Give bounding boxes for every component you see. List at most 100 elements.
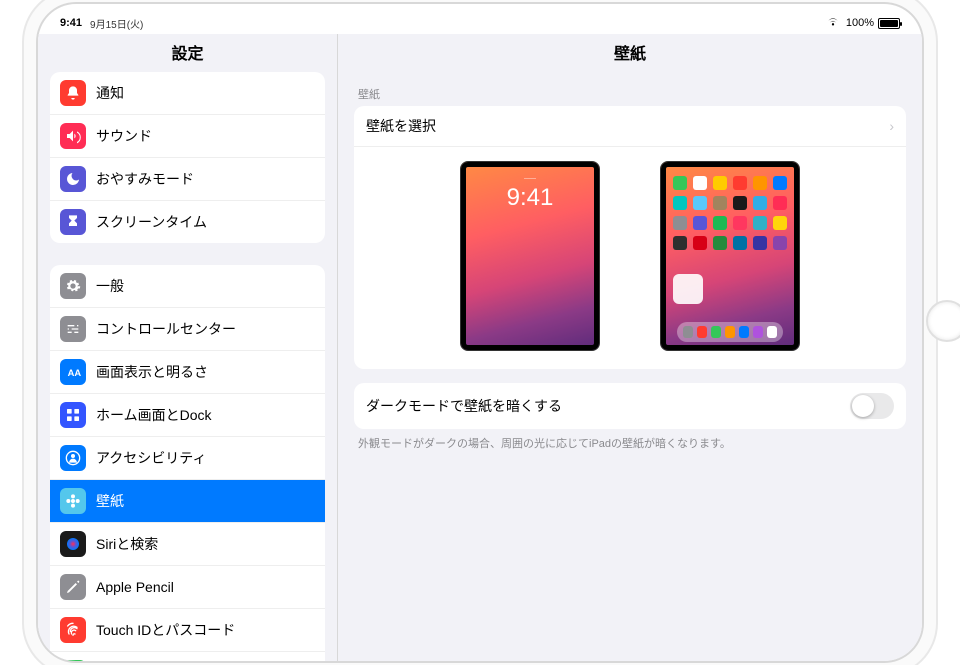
sidebar-item-label: ホーム画面とDock (96, 405, 211, 425)
chevron-right-icon: › (889, 118, 894, 134)
dark-dim-card: ダークモードで壁紙を暗くする (354, 383, 906, 429)
app-icon (693, 196, 707, 210)
battery-icon (60, 660, 86, 661)
dock-app-icon (767, 326, 777, 338)
sidebar-group: 通知サウンドおやすみモードスクリーンタイム (50, 72, 325, 243)
app-icon (713, 216, 727, 230)
dark-dim-row: ダークモードで壁紙を暗くする (354, 383, 906, 429)
sidebar-item-label: Apple Pencil (96, 579, 174, 595)
sidebar-item-label: アクセシビリティ (96, 448, 206, 468)
settings-sidebar: 設定 通知サウンドおやすみモードスクリーンタイム一般コントロールセンターAA画面… (38, 34, 338, 661)
sidebar-item-sounds[interactable]: サウンド (50, 115, 325, 158)
app-icon (693, 176, 707, 190)
home-button[interactable] (926, 300, 960, 342)
app-icon (773, 176, 787, 190)
sidebar-item-control-center[interactable]: コントロールセンター (50, 308, 325, 351)
sidebar-item-touchid[interactable]: Touch IDとパスコード (50, 609, 325, 652)
dock-app-icon (739, 326, 749, 338)
app-icon (693, 216, 707, 230)
sidebar-item-label: 通知 (96, 83, 124, 103)
pencil-icon (60, 574, 86, 600)
moon-icon (60, 166, 86, 192)
app-icon (753, 216, 767, 230)
sidebar-scroll[interactable]: 通知サウンドおやすみモードスクリーンタイム一般コントロールセンター AA 画面表示と… (38, 72, 337, 661)
app-icon (733, 236, 747, 250)
app-icon (753, 176, 767, 190)
detail-pane: 壁紙 壁紙 壁紙を選択 › —— 9:41 (338, 34, 922, 661)
sidebar-item-label: コントロールセンター (96, 319, 236, 339)
app-icon (753, 196, 767, 210)
choose-wallpaper-row[interactable]: 壁紙を選択 › (354, 106, 906, 147)
AA-icon: AA (60, 359, 86, 385)
lock-preview-time: 9:41 (461, 184, 599, 212)
detail-title: 壁紙 (338, 34, 922, 72)
sidebar-item-pencil[interactable]: Apple Pencil (50, 566, 325, 609)
sidebar-item-notifications[interactable]: 通知 (50, 72, 325, 115)
status-bar: 9:41 9月15日(火) 100% (38, 14, 922, 32)
sidebar-item-label: 一般 (96, 276, 124, 296)
app-icon (733, 176, 747, 190)
gear-icon (60, 273, 86, 299)
app-icon (773, 196, 787, 210)
sidebar-item-accessibility[interactable]: アクセシビリティ (50, 437, 325, 480)
app-icon (773, 236, 787, 250)
app-icon (693, 236, 707, 250)
wallpaper-previews: —— 9:41 (354, 147, 906, 369)
sidebar-item-screentime[interactable]: スクリーンタイム (50, 201, 325, 243)
choose-wallpaper-label: 壁紙を選択 (366, 116, 889, 136)
wifi-icon (826, 17, 840, 30)
app-icon (713, 176, 727, 190)
sidebar-item-label: Siriと検索 (96, 534, 158, 554)
sidebar-item-siri[interactable]: Siriと検索 (50, 523, 325, 566)
sidebar-group: 一般コントロールセンター AA 画面表示と明るさホーム画面とDock アクセシビリティ… (50, 265, 325, 661)
dock-preview (677, 322, 783, 342)
fingerprint-icon (60, 617, 86, 643)
app-icon (673, 236, 687, 250)
dock-app-icon (683, 326, 693, 338)
svg-text:AA: AA (68, 368, 81, 378)
sidebar-item-home-dock[interactable]: ホーム画面とDock (50, 394, 325, 437)
dock-app-icon (753, 326, 763, 338)
dark-dim-footer: 外観モードがダークの場合、周囲の光に応じてiPadの壁紙が暗くなります。 (354, 429, 906, 460)
sidebar-item-label: おやすみモード (96, 169, 194, 189)
sidebar-item-dnd[interactable]: おやすみモード (50, 158, 325, 201)
dock-app-icon (711, 326, 721, 338)
status-time: 9:41 (60, 17, 82, 29)
lock-screen-preview[interactable]: —— 9:41 (460, 161, 600, 351)
status-date: 9月15日(火) (90, 16, 143, 31)
sidebar-item-label: サウンド (96, 126, 152, 146)
bell-icon (60, 80, 86, 106)
sidebar-item-display[interactable]: AA 画面表示と明るさ (50, 351, 325, 394)
battery-indicator: 100% (846, 17, 900, 29)
sidebar-item-battery[interactable]: バッテリー (50, 652, 325, 661)
dark-dim-toggle[interactable] (850, 393, 894, 419)
dark-dim-label: ダークモードで壁紙を暗くする (366, 396, 850, 416)
speaker-icon (60, 123, 86, 149)
hourglass-icon (60, 209, 86, 235)
app-icon (713, 236, 727, 250)
sidebar-item-general[interactable]: 一般 (50, 265, 325, 308)
app-icon (753, 236, 767, 250)
sliders-icon (60, 316, 86, 342)
battery-percent: 100% (846, 17, 874, 29)
app-icon (673, 176, 687, 190)
sidebar-item-label: 壁紙 (96, 491, 124, 511)
section-header-wallpaper: 壁紙 (358, 86, 902, 102)
app-icon (673, 196, 687, 210)
home-screen-preview[interactable] (660, 161, 800, 351)
grid-icon (60, 402, 86, 428)
wallpaper-card: 壁紙を選択 › —— 9:41 (354, 106, 906, 369)
dock-app-icon (697, 326, 707, 338)
widget-icon (673, 274, 703, 304)
ipad-frame: 9:41 9月15日(火) 100% 設定 通知サウンドおやすみモードスクリーン… (38, 4, 922, 661)
app-icon (733, 216, 747, 230)
sidebar-item-label: 画面表示と明るさ (96, 362, 208, 382)
siri-icon (60, 531, 86, 557)
app-icon (773, 216, 787, 230)
person-icon (60, 445, 86, 471)
sidebar-item-label: スクリーンタイム (96, 212, 207, 232)
sidebar-item-wallpaper[interactable]: 壁紙 (50, 480, 325, 523)
dock-app-icon (725, 326, 735, 338)
volume-button (24, 300, 28, 330)
app-icon (733, 196, 747, 210)
